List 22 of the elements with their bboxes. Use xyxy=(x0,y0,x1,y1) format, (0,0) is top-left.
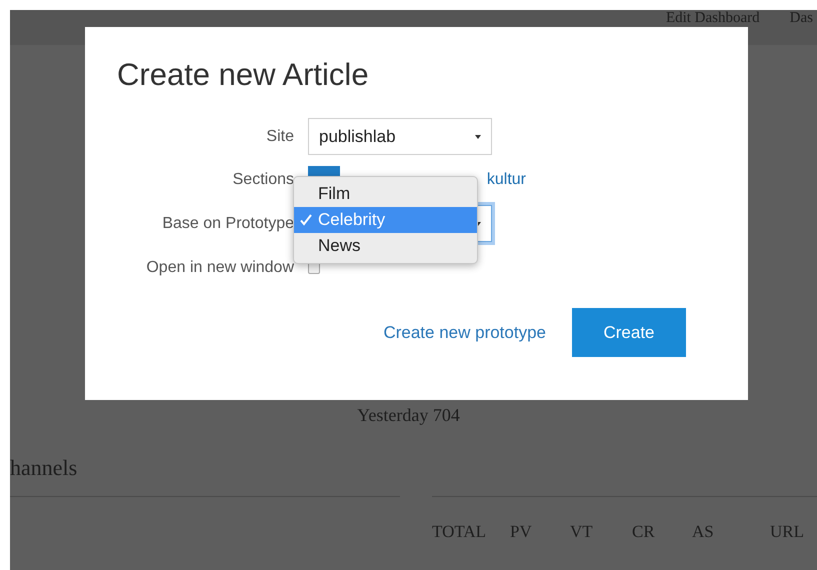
create-prototype-link[interactable]: Create new prototype xyxy=(383,320,546,346)
dropdown-option[interactable]: Celebrity xyxy=(294,207,477,233)
create-button[interactable]: Create xyxy=(572,308,686,357)
section-heading: hannels xyxy=(10,454,78,482)
dropdown-option[interactable]: News xyxy=(294,233,477,259)
field-label: Base on Prototype xyxy=(161,214,294,234)
field-label: Site xyxy=(265,126,294,146)
column-header: PV xyxy=(510,521,533,543)
field-label: Sections xyxy=(232,170,294,190)
column-header: URL xyxy=(770,521,805,543)
check-icon xyxy=(300,214,312,226)
summary-text: Yesterday 704 xyxy=(357,404,460,427)
column-header: AS xyxy=(692,521,715,543)
dialog-title: Create new Article xyxy=(117,56,370,94)
column-header: CR xyxy=(632,521,656,543)
select-field[interactable]: publishlab xyxy=(308,118,492,155)
field-label: Open in new window xyxy=(145,258,294,278)
column-header: VT xyxy=(570,521,594,543)
section-link[interactable]: kultur xyxy=(486,168,526,192)
dropdown-option[interactable]: Film xyxy=(294,181,477,207)
column-header: TOTAL xyxy=(432,521,488,543)
caret-icon xyxy=(475,134,481,138)
